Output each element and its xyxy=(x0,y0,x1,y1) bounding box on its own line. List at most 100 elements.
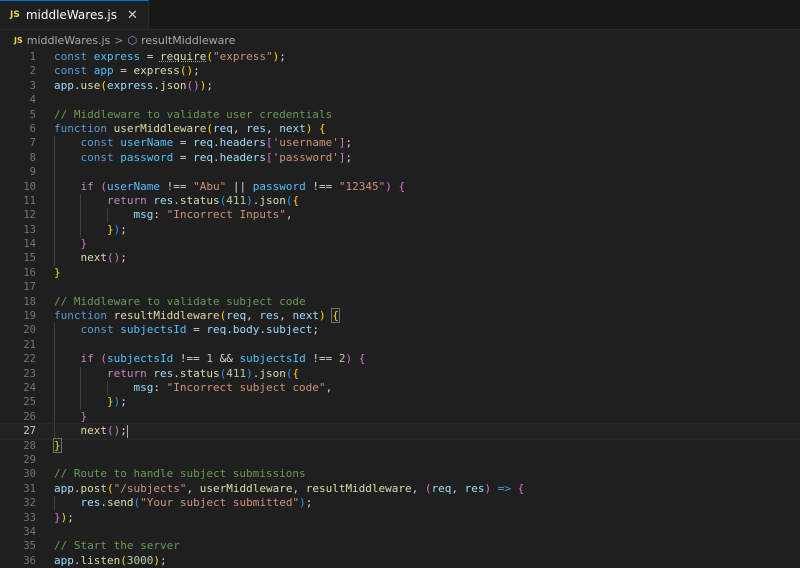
code-token: } xyxy=(106,222,114,236)
code-token: return xyxy=(106,193,154,207)
code-token: "/subjects" xyxy=(113,481,187,495)
code-token: } xyxy=(80,409,88,423)
code-text: } xyxy=(54,409,88,424)
code-text: const subjectsId = req.body.subject; xyxy=(54,323,319,337)
code-line[interactable]: 34 xyxy=(0,525,800,539)
indent-guide xyxy=(54,165,55,180)
code-line[interactable]: 18 // Middleware to validate subject code xyxy=(0,295,800,309)
code-token: , xyxy=(246,309,260,323)
code-token: ; xyxy=(345,150,353,164)
editor-tab-middlewares[interactable]: JS middleWares.js ✕ xyxy=(0,0,149,29)
code-token: = xyxy=(113,64,134,78)
code-line[interactable]: 23 return res.status(411).json({ xyxy=(0,366,800,381)
code-token: next xyxy=(80,424,108,438)
code-token: . xyxy=(259,323,266,337)
code-line[interactable]: 10 if (userName !== "Abu" || password !=… xyxy=(0,179,800,194)
code-line[interactable]: 13 }); xyxy=(0,222,800,238)
code-line[interactable]: 35 // Start the server xyxy=(0,539,800,553)
code-line[interactable]: 26 } xyxy=(0,409,800,425)
code-line[interactable]: 29 xyxy=(0,453,800,467)
code-token: use xyxy=(80,78,101,92)
code-editor[interactable]: 1 const express = require("express"); 2 con… xyxy=(0,50,800,568)
line-number: 15 xyxy=(23,252,36,265)
code-line[interactable]: 19 function resultMiddleware(req, res, ne… xyxy=(0,308,800,324)
code-token: || xyxy=(226,179,253,193)
code-line[interactable]: 9 xyxy=(0,165,800,180)
code-line[interactable]: 2 const app = express(); xyxy=(0,64,800,78)
code-token: post xyxy=(80,481,108,495)
code-token: msg xyxy=(133,380,154,394)
code-line[interactable]: 5 // Middleware to validate user credenti… xyxy=(0,108,800,122)
code-text: app.listen(3000); xyxy=(54,554,167,568)
code-token: res xyxy=(80,496,101,510)
code-token: const xyxy=(80,136,121,150)
code-line[interactable]: 24 msg: "Incorrect subject code", xyxy=(0,380,800,396)
code-line[interactable]: 15 next(); xyxy=(0,251,800,266)
code-line[interactable]: 3 app.use(express.json()); xyxy=(0,79,800,93)
code-line[interactable]: 14 } xyxy=(0,237,800,252)
code-line[interactable]: 32 res.send("Your subject submitted"); xyxy=(0,496,800,511)
code-token: 411 xyxy=(226,366,247,380)
code-line[interactable]: 31 app.post("/subjects", userMiddleware, … xyxy=(0,482,800,496)
code-line[interactable]: 27 next(); xyxy=(0,423,800,440)
code-line[interactable]: 12 msg: "Incorrect Inputs", xyxy=(0,208,800,223)
code-text: msg: "Incorrect Inputs", xyxy=(54,208,292,222)
code-line[interactable]: 1 const express = require("express"); xyxy=(0,50,800,64)
code-line[interactable]: 30 // Route to handle subject submissions xyxy=(0,467,800,481)
code-text: return res.status(411).json({ xyxy=(54,194,299,208)
code-text: next(); xyxy=(54,251,127,265)
code-token: express xyxy=(107,78,154,92)
code-line[interactable]: 28} xyxy=(0,437,800,453)
breadcrumb-file[interactable]: middleWares.js xyxy=(27,34,111,47)
line-number: 16 xyxy=(23,266,36,279)
code-token: , xyxy=(451,481,465,495)
code-line[interactable]: 7 const userName = req.headers['username… xyxy=(0,136,800,151)
line-number: 4 xyxy=(29,94,36,107)
breadcrumb: JS middleWares.js > ⬡ resultMiddleware xyxy=(0,30,800,50)
line-number: 6 xyxy=(29,122,36,135)
code-line[interactable]: 16} xyxy=(0,266,800,280)
code-token: subjectsId xyxy=(120,323,187,337)
code-line[interactable]: 11 return res.status(411).json({ xyxy=(0,193,800,209)
code-token: () xyxy=(107,251,121,265)
code-line[interactable]: 21 xyxy=(0,337,800,353)
code-line[interactable]: 17 xyxy=(0,280,800,294)
code-token: body xyxy=(232,323,260,337)
close-icon[interactable]: ✕ xyxy=(127,8,138,23)
code-token: userName xyxy=(107,179,160,193)
code-line[interactable]: 36 app.listen(3000); xyxy=(0,554,800,568)
code-line[interactable]: 6 function userMiddleware(req, res, next)… xyxy=(0,122,800,136)
code-line[interactable]: 22 if (subjectsId !== 1 && subjectsId !=… xyxy=(0,352,800,367)
code-token: ( xyxy=(206,50,213,63)
code-token: } xyxy=(80,237,88,251)
code-line[interactable]: 8 const password = req.headers['password… xyxy=(0,150,800,166)
line-number: 21 xyxy=(23,338,36,351)
code-token: app xyxy=(54,78,74,92)
code-line[interactable]: 33}); xyxy=(0,511,800,525)
code-line[interactable]: 25 }); xyxy=(0,395,800,410)
code-token: userMiddleware xyxy=(199,481,293,495)
code-token: resultMiddleware xyxy=(305,481,412,495)
code-token: { xyxy=(398,179,406,193)
code-token: 1 xyxy=(206,352,213,366)
code-token: = xyxy=(140,50,160,63)
line-number: 19 xyxy=(23,310,36,323)
code-text: const express = require("express"); xyxy=(54,50,286,64)
code-line[interactable]: 20 const subjectsId = req.body.subject; xyxy=(0,323,800,338)
code-token: subject xyxy=(265,323,313,337)
code-token: . xyxy=(100,496,107,510)
code-token: () xyxy=(186,78,200,92)
breadcrumb-symbol[interactable]: resultMiddleware xyxy=(141,34,235,47)
code-line[interactable]: 4 xyxy=(0,93,800,107)
code-token: ) xyxy=(246,193,253,207)
code-token: 'username' xyxy=(272,136,339,150)
